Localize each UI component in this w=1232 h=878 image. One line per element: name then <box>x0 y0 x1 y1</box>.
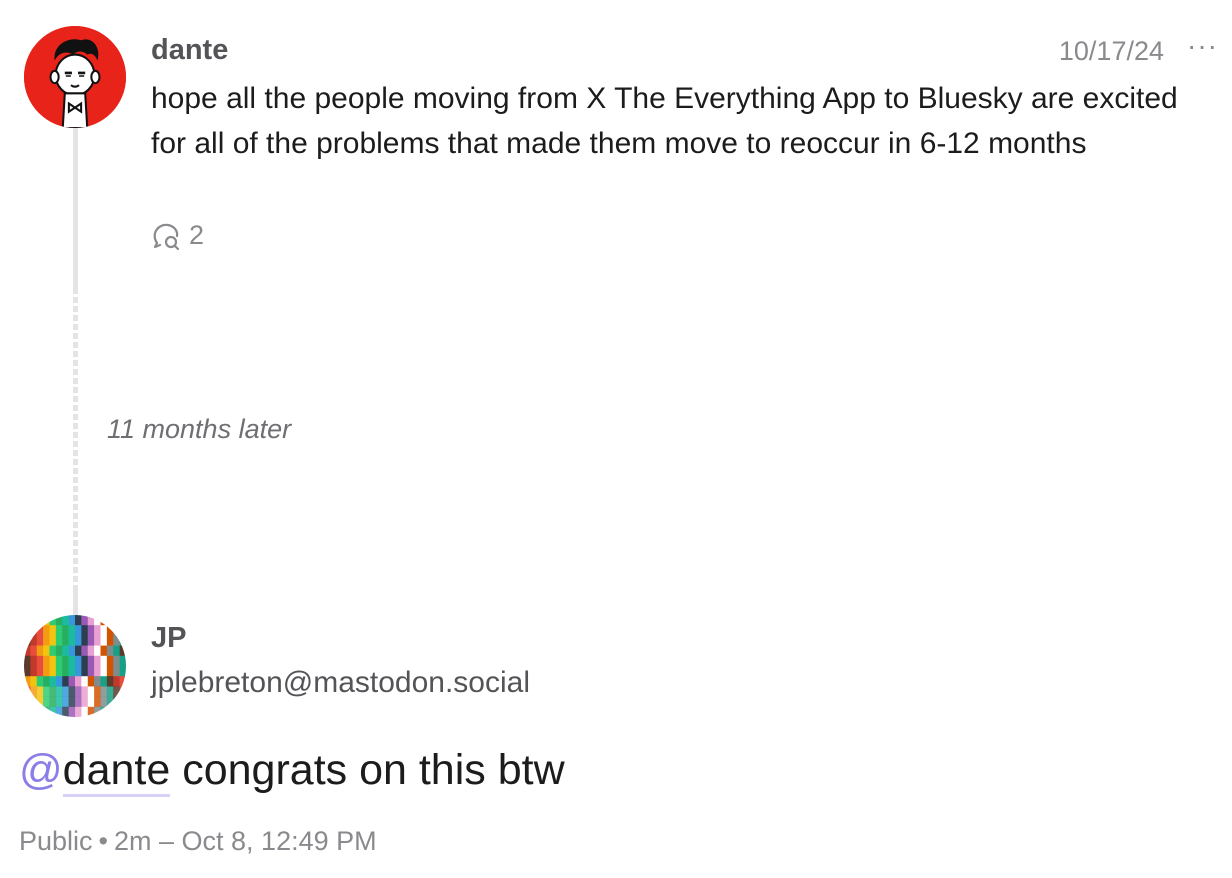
original-post-timestamp[interactable]: 10/17/24 <box>1059 36 1164 67</box>
thread-gap-line <box>73 288 78 588</box>
thread-time-gap-label: 11 months later <box>107 414 292 444</box>
reply-author-name[interactable]: JP <box>151 622 186 655</box>
jp-avatar[interactable] <box>24 615 126 717</box>
reply-count-value: 2 <box>189 220 205 250</box>
original-post-text: hope all the people moving from X The Ev… <box>151 82 1178 160</box>
mention-link[interactable]: dante <box>62 746 171 797</box>
meta-separator: • <box>98 826 108 856</box>
reply-timestamp[interactable]: 2m – Oct 8, 12:49 PM <box>114 826 377 856</box>
mention-at-symbol[interactable]: @ <box>19 746 63 794</box>
visibility-label[interactable]: Public <box>19 826 93 856</box>
reply-author-handle[interactable]: jplebreton@mastodon.social <box>151 666 530 700</box>
original-post-author[interactable]: dante <box>151 34 228 67</box>
thread-line <box>73 128 78 288</box>
thread-line-end <box>73 588 78 616</box>
dante-avatar-illustration <box>24 26 126 128</box>
reply-message: congrats on this btw <box>170 746 565 794</box>
reply-count-button[interactable]: 2 <box>151 220 204 251</box>
dante-avatar[interactable] <box>24 26 126 128</box>
more-options-button[interactable]: ··· <box>1187 30 1218 62</box>
reply-text: @dante congrats on this btw <box>19 746 565 797</box>
reply-bubble-icon <box>153 223 180 250</box>
reply-meta: Public • 2m – Oct 8, 12:49 PM <box>19 826 377 857</box>
jp-avatar-illustration <box>24 615 126 717</box>
